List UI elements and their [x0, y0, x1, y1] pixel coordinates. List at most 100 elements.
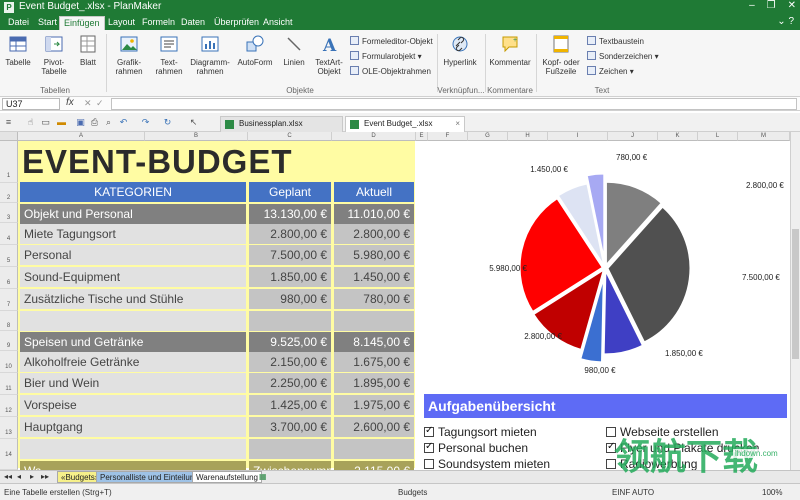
- row-header[interactable]: 4: [0, 223, 18, 245]
- row-personal-aktuell[interactable]: 5.980,00 €: [334, 245, 414, 265]
- row-vorspeise-aktuell[interactable]: 1.975,00 €: [334, 395, 414, 415]
- prev-sheet-button[interactable]: ◂: [17, 472, 21, 481]
- row-zwischensumme-aktuell[interactable]: 2.115,00 €: [334, 461, 414, 470]
- row-header[interactable]: 13: [0, 417, 18, 439]
- column-header-i[interactable]: I: [548, 132, 608, 141]
- budget-pie-chart[interactable]: 2.800,00 € 7.500,00 € 1.850,00 € 980,00 € 2.…: [422, 143, 788, 391]
- characters-button[interactable]: Zeichen ▾: [587, 66, 634, 77]
- formula-input[interactable]: [111, 98, 797, 110]
- cancel-entry-icon[interactable]: ✕: [84, 98, 92, 109]
- row-vorspeise-name[interactable]: Vorspeise: [20, 395, 246, 415]
- column-header-e[interactable]: E: [416, 132, 428, 141]
- insert-lines-button[interactable]: Linien: [280, 34, 308, 67]
- row-bier-wein-aktuell[interactable]: 1.895,00 €: [334, 373, 414, 393]
- row-header[interactable]: 8: [0, 311, 18, 331]
- row-speisen-getraenke-geplant[interactable]: 9.525,00 €: [249, 332, 331, 352]
- insert-header-footer-button[interactable]: Kopf- oder Fußzeile: [540, 34, 582, 76]
- row-tische-stuehle-geplant[interactable]: 980,00 €: [249, 289, 331, 309]
- row-bier-wein-geplant[interactable]: 2.250,00 €: [249, 373, 331, 393]
- tab-formeln[interactable]: Formeln: [138, 16, 179, 30]
- menu-hamburger-icon[interactable]: ≡: [3, 117, 14, 128]
- column-header-b[interactable]: B: [145, 132, 248, 141]
- column-header-d[interactable]: D: [332, 132, 416, 141]
- insert-picture-frame-button[interactable]: Grafik- rahmen: [112, 34, 146, 76]
- row-header[interactable]: 5: [0, 245, 18, 267]
- tab-einfuegen[interactable]: Einfügen: [59, 16, 105, 30]
- tab-layout[interactable]: Layout: [104, 16, 139, 30]
- header-kategorien[interactable]: KATEGORIEN: [20, 182, 246, 202]
- last-sheet-button[interactable]: ▸▸: [41, 472, 49, 481]
- cell-reference-box[interactable]: U37: [2, 98, 60, 110]
- close-doc-tab-icon[interactable]: ×: [455, 117, 460, 131]
- row-sound-equipment-aktuell[interactable]: 1.450,00 €: [334, 267, 414, 287]
- row-zwischensumme-geplant[interactable]: Zwischensumme: [249, 461, 331, 470]
- row-empty-aktuell[interactable]: [334, 311, 414, 331]
- column-header-m[interactable]: M: [738, 132, 790, 141]
- save-icon[interactable]: ▣: [75, 117, 86, 128]
- insert-table-button[interactable]: Tabelle: [4, 34, 32, 67]
- tab-ueberpruefen[interactable]: Überprüfen: [210, 16, 263, 30]
- formula-editor-object-button[interactable]: Formeleditor-Objekt: [350, 36, 433, 47]
- row-empty-name[interactable]: [20, 311, 246, 331]
- task-checkbox[interactable]: [424, 425, 434, 437]
- tab-start[interactable]: Start: [34, 16, 61, 30]
- row-header[interactable]: 2: [0, 183, 18, 203]
- row-header[interactable]: 7: [0, 289, 18, 311]
- row-empty-geplant[interactable]: [249, 439, 331, 459]
- header-geplant[interactable]: Geplant: [249, 182, 331, 202]
- close-window-button[interactable]: ✕: [788, 0, 796, 11]
- row-header[interactable]: 11: [0, 373, 18, 395]
- column-header-a[interactable]: A: [18, 132, 145, 141]
- row-sound-equipment-geplant[interactable]: 1.850,00 €: [249, 267, 331, 287]
- scrollbar-thumb[interactable]: [792, 229, 799, 359]
- function-wizard-icon[interactable]: fx: [66, 97, 74, 108]
- row-alkoholfreie-getraenke-geplant[interactable]: 2.150,00 €: [249, 352, 331, 372]
- insert-pivot-button[interactable]: Pivot- Tabelle: [38, 34, 70, 76]
- row-empty-aktuell[interactable]: [334, 439, 414, 459]
- row-tische-stuehle-aktuell[interactable]: 780,00 €: [334, 289, 414, 309]
- undo-icon[interactable]: ↶: [118, 117, 129, 128]
- row-hauptgang-aktuell[interactable]: 2.600,00 €: [334, 417, 414, 437]
- row-header[interactable]: 9: [0, 331, 18, 351]
- insert-text-frame-button[interactable]: Text- rahmen: [152, 34, 186, 76]
- row-vorspeise-geplant[interactable]: 1.425,00 €: [249, 395, 331, 415]
- row-speisen-getraenke-name[interactable]: Speisen und Getränke: [20, 332, 246, 352]
- repeat-icon[interactable]: ↻: [162, 117, 173, 128]
- row-header[interactable]: 10: [0, 351, 18, 373]
- column-header-j[interactable]: J: [608, 132, 658, 141]
- open-folder-icon[interactable]: ▬: [56, 117, 67, 128]
- first-sheet-button[interactable]: ◂◂: [4, 472, 12, 481]
- special-chars-button[interactable]: Sonderzeichen ▾: [587, 51, 659, 62]
- row-zwischensumme-name[interactable]: Wa...: [20, 461, 246, 470]
- insert-sheet-button[interactable]: Blatt: [76, 34, 100, 67]
- ole-object-frame-button[interactable]: OLE-Objektrahmen: [350, 66, 431, 77]
- print-preview-icon[interactable]: ⌕: [103, 117, 114, 128]
- vertical-scrollbar[interactable]: [790, 132, 800, 470]
- row-objekt-personal-aktuell[interactable]: 11.010,00 €: [334, 204, 414, 224]
- task-checkbox[interactable]: [424, 441, 434, 453]
- row-header[interactable]: 12: [0, 395, 18, 417]
- column-header-c[interactable]: C: [248, 132, 332, 141]
- row-header[interactable]: 1: [0, 141, 18, 183]
- form-object-button[interactable]: Formularobjekt ▾: [350, 51, 422, 62]
- new-document-icon[interactable]: ▭: [40, 117, 51, 128]
- row-empty-name[interactable]: [20, 439, 246, 459]
- column-header-g[interactable]: G: [468, 132, 508, 141]
- add-sheet-icon[interactable]: ▦: [259, 472, 267, 481]
- row-header[interactable]: 3: [0, 203, 18, 223]
- tab-datei[interactable]: Datei: [4, 16, 33, 30]
- row-alkoholfreie-getraenke-name[interactable]: Alkoholfreie Getränke: [20, 352, 246, 372]
- touch-mode-icon[interactable]: ☝: [25, 117, 36, 128]
- column-header-h[interactable]: H: [508, 132, 548, 141]
- spreadsheet-grid[interactable]: EVENT-BUDGET KATEGORIEN Geplant Aktuell …: [18, 141, 790, 470]
- insert-autoshape-button[interactable]: AutoForm: [236, 34, 274, 67]
- row-empty-geplant[interactable]: [249, 311, 331, 331]
- restore-button[interactable]: ❐: [767, 0, 776, 11]
- column-header-f[interactable]: F: [428, 132, 468, 141]
- text-snippet-button[interactable]: Textbaustein: [587, 36, 644, 47]
- print-icon[interactable]: ⎙: [89, 117, 100, 128]
- insert-comment-button[interactable]: + Kommentar: [488, 34, 532, 67]
- select-pointer-icon[interactable]: ↖: [188, 117, 199, 128]
- row-objekt-personal-name[interactable]: Objekt und Personal: [20, 204, 246, 224]
- row-header[interactable]: 6: [0, 267, 18, 289]
